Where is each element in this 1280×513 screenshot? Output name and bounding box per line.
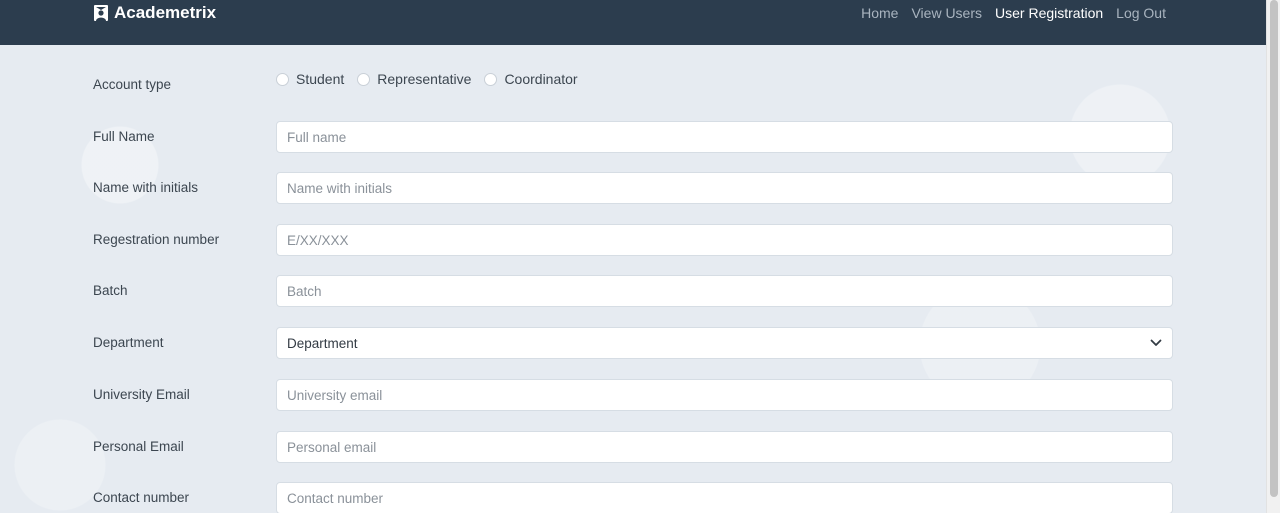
batch-label: Batch: [93, 283, 128, 298]
university-email-input[interactable]: [276, 379, 1173, 411]
vertical-scrollbar[interactable]: [1266, 0, 1280, 513]
radio-student[interactable]: Student: [276, 71, 344, 87]
brand-name: Academetrix: [114, 3, 217, 22]
graduate-logo-icon: [94, 5, 108, 21]
radio-representative[interactable]: Representative: [357, 71, 471, 87]
batch-input[interactable]: [276, 275, 1173, 307]
full-name-input[interactable]: [276, 121, 1173, 153]
nav-log-out[interactable]: Log Out: [1116, 5, 1166, 21]
radio-representative-label: Representative: [377, 71, 472, 87]
registration-label: Regestration number: [93, 232, 220, 247]
department-label: Department: [93, 335, 164, 350]
registration-input[interactable]: [276, 224, 1173, 256]
account-type-label: Account type: [93, 77, 172, 92]
radio-circle-icon[interactable]: [276, 72, 289, 86]
chevron-down-icon: [1150, 339, 1162, 346]
radio-coordinator-label: Coordinator: [504, 71, 578, 87]
name-initials-label: Name with initials: [93, 180, 199, 195]
nav-links: Home View Users User Registration Log Ou…: [861, 5, 1166, 21]
contact-input[interactable]: [276, 482, 1173, 513]
personal-email-label: Personal Email: [93, 439, 184, 454]
radio-circle-icon[interactable]: [357, 72, 371, 86]
radio-student-label: Student: [296, 71, 345, 87]
nav-home[interactable]: Home: [861, 5, 898, 21]
navbar: Academetrix Home View Users User Registr…: [0, 0, 1266, 45]
full-name-label: Full Name: [93, 129, 155, 144]
contact-label: Contact number: [93, 490, 190, 505]
department-selected-value: Department: [287, 335, 358, 351]
brand[interactable]: Academetrix: [93, 3, 216, 23]
personal-email-input[interactable]: [276, 431, 1173, 463]
radio-circle-icon[interactable]: [484, 72, 498, 86]
university-email-label: University Email: [93, 387, 190, 402]
account-type-radio-group: Student Representative Coordinator: [276, 71, 591, 87]
nav-user-registration[interactable]: User Registration: [995, 5, 1103, 21]
name-initials-input[interactable]: [276, 172, 1173, 204]
department-select[interactable]: Department: [276, 327, 1173, 359]
radio-coordinator[interactable]: Coordinator: [484, 71, 578, 87]
nav-view-users[interactable]: View Users: [911, 5, 982, 21]
scrollbar-thumb[interactable]: [1270, 0, 1278, 497]
